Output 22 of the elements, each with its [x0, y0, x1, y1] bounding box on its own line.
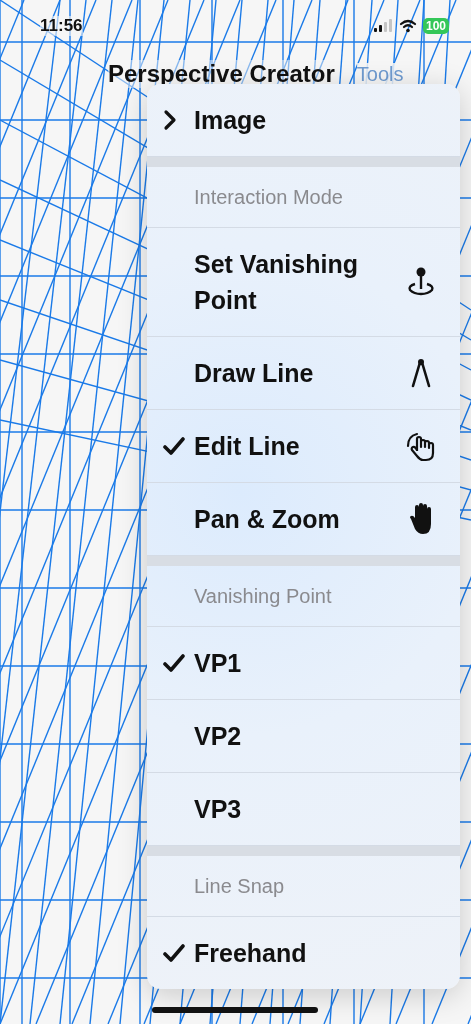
section-header: Interaction Mode	[147, 167, 460, 228]
wifi-icon	[398, 19, 417, 33]
menu-item-label: Freehand	[194, 938, 308, 969]
menu-item[interactable]: VP2	[147, 700, 460, 773]
menu-item-label: Pan & Zoom	[194, 504, 341, 535]
menu-item[interactable]: Set Vanishing Point	[147, 228, 460, 337]
menu-item-label: Image	[194, 105, 268, 136]
menu-item[interactable]: Freehand	[147, 917, 460, 989]
menu-item-label: Draw Line	[194, 358, 315, 389]
menu-item-label: VP3	[194, 794, 243, 825]
menu-item-label: Edit Line	[194, 431, 301, 462]
menu-item-label: VP1	[194, 648, 243, 679]
menu-item-label: VP2	[194, 721, 243, 752]
menu-item-label: Set Vanishing Point	[194, 249, 359, 316]
menu-item[interactable]: Draw Line	[147, 337, 460, 410]
menu-item[interactable]: VP1	[147, 627, 460, 700]
chevron-icon	[163, 109, 177, 131]
signal-icon	[372, 19, 393, 33]
section-header: Vanishing Point	[147, 566, 460, 627]
menu-item[interactable]: Edit Line	[147, 410, 460, 483]
section-header: Line Snap	[147, 856, 460, 917]
status-time: 11:56	[40, 16, 83, 36]
